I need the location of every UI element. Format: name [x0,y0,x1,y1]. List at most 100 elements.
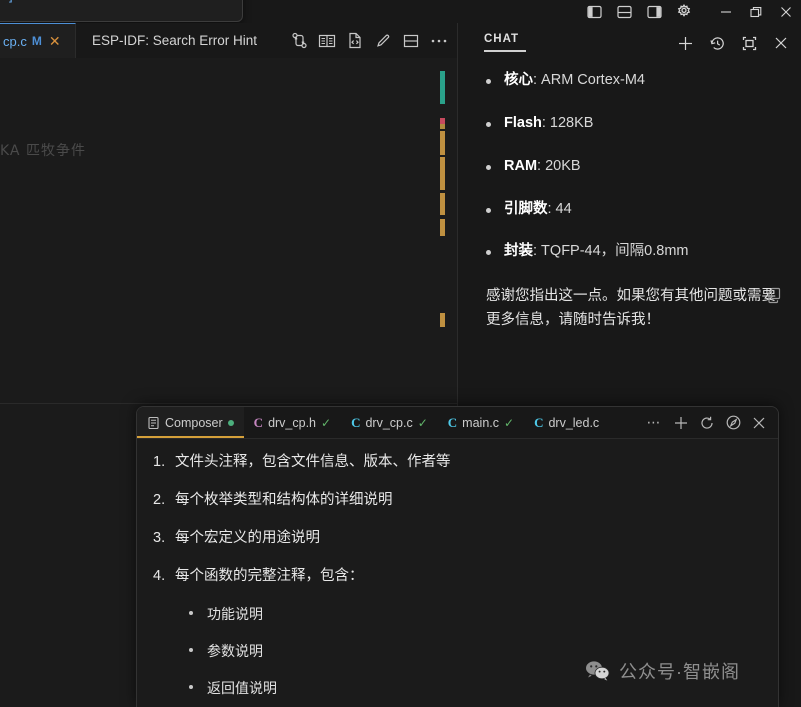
overview-marker-2 [440,124,445,129]
app-window: or] [0,0,801,707]
editor-overview-ruler[interactable] [440,58,445,403]
editor-actions [285,23,457,58]
composer-tab-label: main.c [462,415,499,430]
composer-tools: ⋯ [641,407,779,438]
composer-file-icon [147,416,160,430]
split-editor-down-icon[interactable] [397,23,425,58]
new-chat-plus-icon[interactable] [674,32,696,54]
edit-pencil-icon[interactable] [369,23,397,58]
overview-marker-7 [440,313,445,327]
chat-spec-value: : 128KB [541,114,594,131]
chat-spec-item: 核心: ARM Cortex-M4 [472,71,784,90]
chat-title-underline [484,50,526,52]
chat-spec-key: Flash [504,114,542,131]
refresh-icon[interactable] [694,407,720,439]
chat-spec-list: 核心: ARM Cortex-M4 Flash: 128KB RAM: 20KB 引脚… [472,71,784,261]
editor-tab-modified-badge: M [31,34,42,48]
chat-spec-value: : 44 [547,200,572,217]
chat-title: CHAT [484,33,520,45]
overview-marker-6 [440,219,445,236]
overview-marker-3 [440,131,445,155]
compare-changes-icon[interactable] [285,23,313,58]
open-chat-maximize-icon[interactable] [738,32,760,54]
composer-numbered-list: 文件头注释，包含文件信息、版本、作者等 每个枚举类型和结构体的详细说明 每个宏定义的… [153,453,762,585]
composer-content: 文件头注释，包含文件信息、版本、作者等 每个枚举类型和结构体的详细说明 每个宏定义的… [137,439,778,707]
chat-spec-item: 封装: TQFP-44，间隔0.8mm [472,242,784,261]
close-chat-icon[interactable] [770,32,792,54]
new-composer-plus-icon[interactable] [668,407,694,439]
composer-sub-item: 返回值说明 [153,678,762,698]
accepted-check-icon: ✓ [321,415,332,430]
editor-faint-text: KA 匹牧争件 [0,143,86,159]
composer-list-item: 每个枚举类型和结构体的详细说明 [153,491,393,510]
composer-panel: Composer Cdrv_cp.h ✓ Cdrv_cp.c ✓ Cmain.c ✓ Cdrv… [136,406,779,707]
composer-tab-label: Composer [165,415,223,430]
accepted-check-icon: ✓ [504,415,515,430]
close-composer-icon[interactable] [746,407,772,439]
editor-tab-filename: cp.c [3,33,27,49]
file-code-icon[interactable] [341,23,369,58]
composer-tab-drv-cp-h[interactable]: Cdrv_cp.h ✓ [244,407,341,438]
chat-spec-key: 核心 [504,72,533,88]
c-file-icon: C [447,414,458,430]
close-button[interactable] [771,0,801,23]
chat-spec-value: : ARM Cortex-M4 [533,72,645,88]
more-actions-ellipsis-icon[interactable] [425,23,453,58]
close-icon[interactable]: ✕ [49,34,61,48]
chat-title-wrap: CHAT [484,33,526,52]
chat-message-actions [767,287,783,304]
composer-tab-overflow-icon[interactable]: ⋯ [641,414,669,431]
composer-list-item: 每个函数的完整注释，包含： [153,567,364,586]
c-file-icon: C [253,414,264,430]
minimize-button[interactable] [711,0,741,23]
chat-spec-value: : TQFP-44，间隔0.8mm [533,243,689,260]
composer-tab-label: drv_cp.h [268,415,317,430]
chat-spec-item: 引脚数: 44 [472,200,784,219]
restore-button[interactable] [741,0,771,23]
chat-spec-key: 封装 [504,243,533,260]
overview-marker-0 [440,71,445,104]
composer-tab-composer[interactable]: Composer [137,407,244,438]
toggle-primary-sidebar-icon[interactable] [579,0,609,23]
chat-paragraph: 感谢您指出这一点。如果您有其他问题或需要更多信息，请随时告诉我！ [486,288,776,328]
usage-gauge-icon[interactable] [720,407,746,439]
quick-input-box[interactable]: or] [0,0,243,22]
composer-sub-list: 功能说明参数说明返回值说明使用注意事项 [153,604,762,707]
open-preview-book-icon[interactable] [313,23,341,58]
c-file-icon: C [534,414,544,430]
chat-spec-item: RAM: 20KB [472,157,784,176]
chat-spec-key: 引脚数 [504,200,548,217]
window-controls [579,0,801,23]
editor-title-area: ESP-IDF: Search Error Hint [76,23,285,58]
title-bar: or] [0,0,801,23]
copy-icon[interactable] [767,287,783,304]
composer-unsaved-dot-icon [227,419,234,426]
overview-marker-4 [440,157,445,190]
quick-input-text: or] [0,0,13,3]
composer-list-item: 每个宏定义的用途说明 [153,529,320,548]
editor-tab-cp-c[interactable]: cp.c M ✕ [0,23,76,58]
composer-tab-label: drv_cp.c [365,415,413,430]
chat-panel-header: CHAT [458,23,801,63]
composer-sub-item: 功能说明 [153,604,762,624]
composer-tab-drv-led-c[interactable]: Cdrv_led.c [524,407,609,438]
chat-history-icon[interactable] [706,32,728,54]
customize-layout-gear-icon[interactable] [669,0,699,23]
chat-spec-value: : 20KB [537,157,581,174]
chat-message-body: 核心: ARM Cortex-M4 Flash: 128KB RAM: 20KB 引脚… [458,71,801,411]
accepted-check-icon: ✓ [417,415,428,430]
toggle-panel-icon[interactable] [609,0,639,23]
composer-sub-item: 参数说明 [153,641,762,661]
overview-marker-5 [440,193,445,215]
chat-spec-item: Flash: 128KB [472,114,784,133]
composer-tab-bar: Composer Cdrv_cp.h ✓ Cdrv_cp.c ✓ Cmain.c ✓ Cdrv… [137,407,778,439]
editor-content[interactable]: KA 匹牧争件 [0,58,457,403]
chat-header-actions [674,23,792,63]
editor-tab-bar: cp.c M ✕ ESP-IDF: Search Error Hint [0,23,457,58]
composer-tab-drv-cp-c[interactable]: Cdrv_cp.c ✓ [341,407,438,438]
composer-tab-label: drv_led.c [548,415,600,430]
page-title: ESP-IDF: Search Error Hint [92,33,258,48]
toggle-secondary-sidebar-icon[interactable] [639,0,669,23]
composer-tab-main-c[interactable]: Cmain.c ✓ [438,407,524,438]
composer-list-item: 文件头注释，包含文件信息、版本、作者等 [153,453,451,472]
